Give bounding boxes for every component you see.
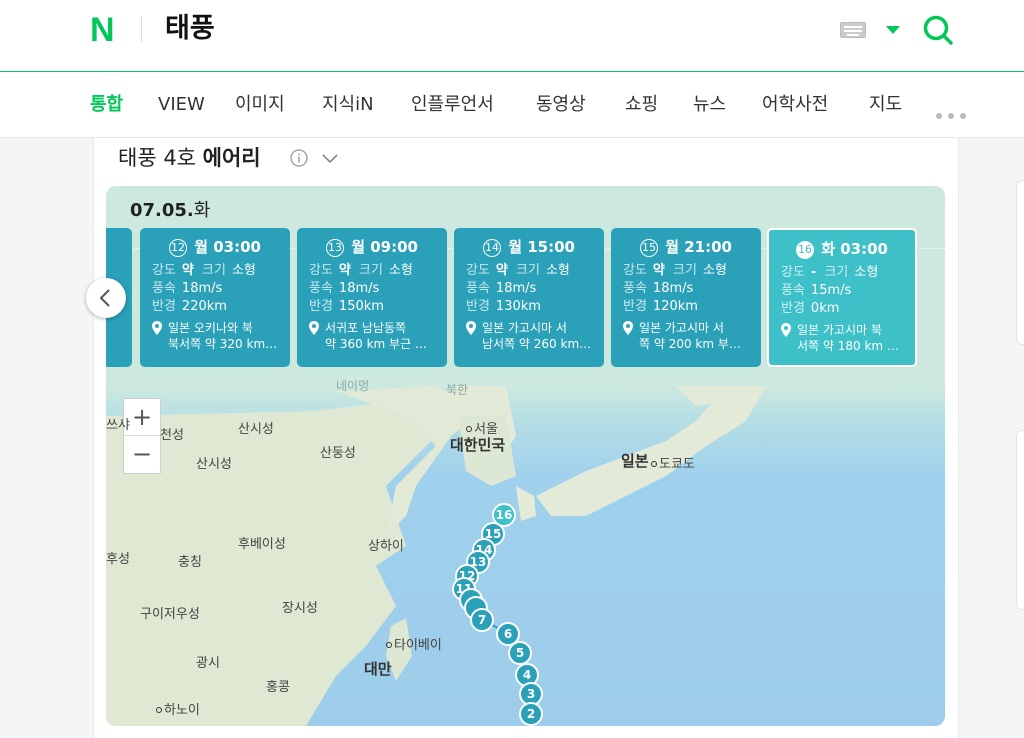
typhoon-title: 태풍 4호 에어리 xyxy=(118,146,261,170)
more-tabs-icon[interactable] xyxy=(936,104,972,123)
track-point[interactable]: 2 xyxy=(519,702,543,726)
search-tabs: 통합 VIEW 이미지 지식iN 인플루언서 동영상 쇼핑 뉴스 어학사전 지도 xyxy=(0,72,1024,138)
chevron-left-icon xyxy=(99,289,110,307)
header-divider xyxy=(141,16,142,42)
track-point[interactable]: 5 xyxy=(508,641,532,665)
tab-knowledge[interactable]: 지식iN xyxy=(322,92,374,118)
info-icon[interactable] xyxy=(289,148,309,168)
tab-integrated[interactable]: 통합 xyxy=(90,92,123,118)
side-panel-edge xyxy=(1016,430,1024,610)
chevron-down-icon[interactable] xyxy=(320,148,340,168)
naver-logo[interactable]: N xyxy=(90,13,122,47)
tab-images[interactable]: 이미지 xyxy=(235,92,285,118)
chevron-down-icon[interactable] xyxy=(886,26,900,34)
keyboard-icon[interactable] xyxy=(840,22,866,38)
typhoon-map[interactable]: 07.05.화 12 월 03:00 강도 약 크기 소형 풍속 18m/s 반경 22… xyxy=(106,186,945,726)
search-query-text[interactable]: 태풍 xyxy=(165,12,215,46)
tab-influencer[interactable]: 인플루언서 xyxy=(411,92,494,118)
tab-shopping[interactable]: 쇼핑 xyxy=(625,92,658,118)
tab-map[interactable]: 지도 xyxy=(869,92,902,118)
tab-news[interactable]: 뉴스 xyxy=(693,92,726,118)
search-icon[interactable] xyxy=(922,14,954,46)
side-panel-edge xyxy=(1016,180,1024,345)
tab-dictionary[interactable]: 어학사전 xyxy=(762,92,828,118)
search-header: N 태풍 xyxy=(0,0,1024,72)
track-point[interactable]: 7 xyxy=(470,608,494,632)
prev-forecast-button[interactable] xyxy=(86,278,126,318)
tab-video[interactable]: 동영상 xyxy=(536,92,586,118)
tab-view[interactable]: VIEW xyxy=(158,92,205,118)
